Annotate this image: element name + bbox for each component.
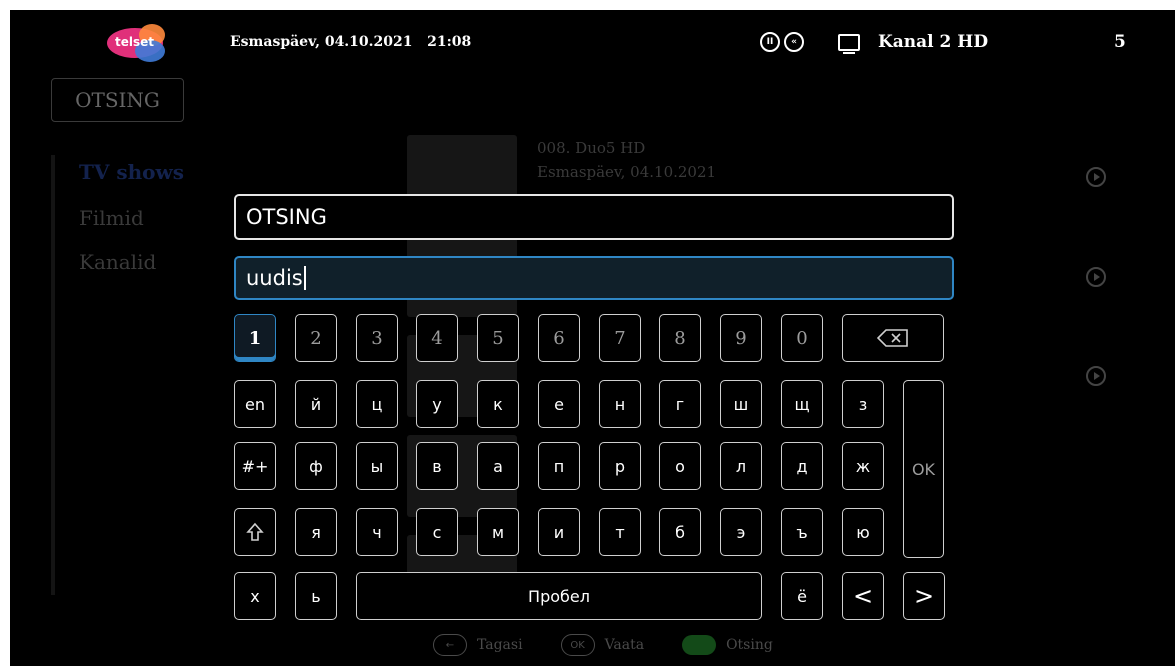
backspace-key[interactable] (842, 314, 944, 362)
sidebar-item-kanalid[interactable]: Kanalid (79, 250, 156, 274)
key-ф[interactable]: ф (295, 442, 337, 490)
key-ц[interactable]: ц (356, 380, 398, 428)
play-icon[interactable] (1086, 167, 1106, 187)
key-л[interactable]: л (720, 442, 762, 490)
channel-name: Kanal 2 HD (878, 32, 989, 52)
key-я[interactable]: я (295, 508, 337, 556)
play-icon[interactable] (1086, 366, 1106, 386)
search-hint-label: Otsing (726, 637, 773, 653)
logo-text: telset (115, 35, 155, 49)
back-hint-label: Tagasi (477, 637, 523, 653)
key-ж[interactable]: ж (842, 442, 884, 490)
tv-screen: telset Esmaspäev, 04.10.2021 21:08 II « … (10, 10, 1175, 666)
rewind-icon: « (784, 32, 804, 52)
cursor-left-key[interactable]: < (842, 572, 884, 620)
watch-hint-label: Vaata (604, 637, 645, 653)
sidebar-divider (51, 155, 55, 595)
key-5[interactable]: 5 (477, 314, 519, 362)
green-button-icon (682, 635, 717, 655)
key-э[interactable]: э (720, 508, 762, 556)
key-е[interactable]: е (538, 380, 580, 428)
ok-key[interactable]: OK (903, 380, 944, 558)
key-9[interactable]: 9 (720, 314, 762, 362)
key-6[interactable]: 6 (538, 314, 580, 362)
key-ч[interactable]: ч (356, 508, 398, 556)
text-caret (303, 266, 306, 290)
key-г[interactable]: г (659, 380, 701, 428)
backspace-icon (877, 329, 908, 347)
cursor-right-key[interactable]: > (903, 572, 945, 620)
key-о[interactable]: о (659, 442, 701, 490)
key-#+[interactable]: #+ (234, 442, 276, 490)
channel-number: 5 (1114, 32, 1126, 52)
sidebar-item-filmid[interactable]: Filmid (79, 206, 144, 230)
shift-icon (246, 522, 264, 541)
key-р[interactable]: р (599, 442, 641, 490)
key-в[interactable]: в (416, 442, 458, 490)
playback-status: II « (760, 32, 804, 52)
key-ы[interactable]: ы (356, 442, 398, 490)
key-7[interactable]: 7 (599, 314, 641, 362)
key-д[interactable]: д (781, 442, 823, 490)
key-yo[interactable]: ё (781, 572, 823, 620)
key-п[interactable]: п (538, 442, 580, 490)
result-title: 008. Duo5 HD (537, 139, 646, 157)
key-2[interactable]: 2 (295, 314, 337, 362)
ok-badge-icon: OK (560, 634, 595, 656)
hint-bar: ← Tagasi OK Vaata Otsing (433, 634, 773, 656)
space-key[interactable]: Пробел (356, 572, 762, 620)
play-icon[interactable] (1086, 267, 1106, 287)
sidebar-item-tv-shows[interactable]: TV shows (79, 160, 184, 184)
key-а[interactable]: а (477, 442, 519, 490)
key-4[interactable]: 4 (416, 314, 458, 362)
key-з[interactable]: з (842, 380, 884, 428)
key-8[interactable]: 8 (659, 314, 701, 362)
pause-icon: II (760, 32, 780, 52)
key-en[interactable]: en (234, 380, 276, 428)
key-и[interactable]: и (538, 508, 580, 556)
key-с[interactable]: с (416, 508, 458, 556)
key-0[interactable]: 0 (781, 314, 823, 362)
key-к[interactable]: к (477, 380, 519, 428)
telset-logo: telset (105, 24, 171, 62)
key-щ[interactable]: щ (781, 380, 823, 428)
key-у[interactable]: у (416, 380, 458, 428)
back-arrow-icon: ← (433, 634, 467, 656)
search-tab[interactable]: OTSING (51, 78, 184, 122)
key-ш[interactable]: ш (720, 380, 762, 428)
key-м[interactable]: м (477, 508, 519, 556)
search-input[interactable]: uudis (234, 256, 954, 300)
key-3[interactable]: 3 (356, 314, 398, 362)
key-т[interactable]: т (599, 508, 641, 556)
search-query: uudis (246, 266, 303, 290)
result-info: 008. Duo5 HD Esmaspäev, 04.10.2021 (537, 136, 716, 184)
key-н[interactable]: н (599, 380, 641, 428)
shift-key[interactable] (234, 508, 276, 556)
key-ъ[interactable]: ъ (781, 508, 823, 556)
key-ю[interactable]: ю (842, 508, 884, 556)
tv-icon (838, 34, 860, 54)
key-б[interactable]: б (659, 508, 701, 556)
key-х[interactable]: х (234, 572, 276, 620)
result-date: Esmaspäev, 04.10.2021 (537, 163, 717, 181)
key-ь[interactable]: ь (295, 572, 337, 620)
key-1[interactable]: 1 (234, 314, 276, 362)
key-й[interactable]: й (295, 380, 337, 428)
date-time: Esmaspäev, 04.10.2021 21:08 (230, 34, 472, 50)
search-title-field: OTSING (234, 194, 954, 240)
